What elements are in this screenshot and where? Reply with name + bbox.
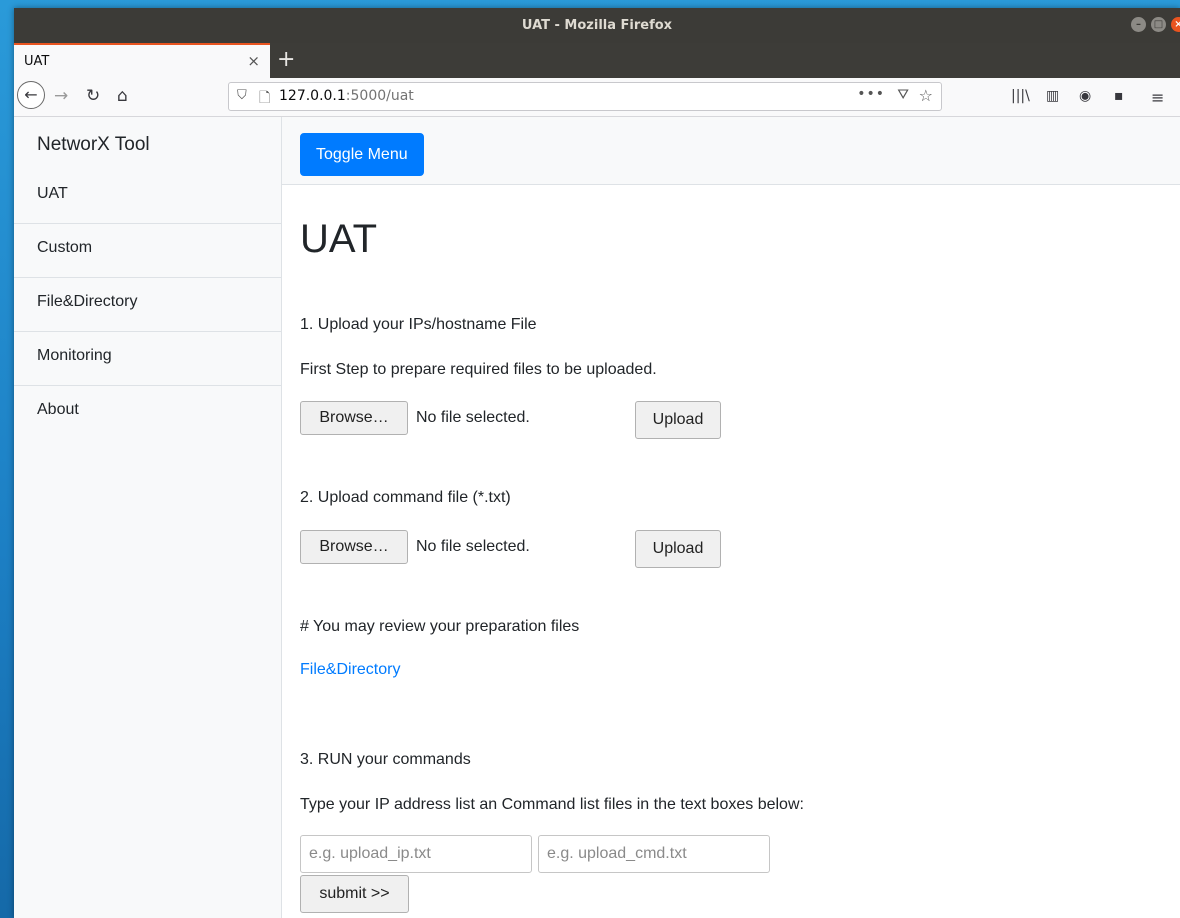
cmd-upload-button[interactable]: Upload bbox=[635, 530, 721, 568]
tab-close-icon[interactable]: × bbox=[247, 52, 260, 70]
step2-heading: 2. Upload command file (*.txt) bbox=[300, 489, 511, 506]
back-icon[interactable]: ← bbox=[17, 81, 45, 109]
navigation-toolbar: ← → ↻ ⌂ ⛉ 🗋 127.0.0.1:5000/uat ••• ⛛ ☆ |… bbox=[14, 78, 1180, 117]
url-bar[interactable]: ⛉ 🗋 127.0.0.1:5000/uat ••• ⛛ ☆ bbox=[228, 82, 942, 111]
top-navbar: Toggle Menu bbox=[282, 117, 1180, 185]
step1-heading: 1. Upload your IPs/hostname File bbox=[300, 316, 537, 333]
home-icon[interactable]: ⌂ bbox=[117, 86, 128, 106]
menu-icon[interactable]: ≡ bbox=[1151, 88, 1164, 107]
library-icon[interactable]: |||\ bbox=[1011, 88, 1030, 104]
extension-icon[interactable]: ▪ bbox=[1114, 88, 1124, 104]
cmd-browse-button[interactable]: Browse… bbox=[300, 530, 408, 564]
page-icon[interactable]: 🗋 bbox=[259, 87, 270, 111]
account-icon[interactable]: ◉ bbox=[1079, 88, 1091, 104]
browser-window: UAT - Mozilla Firefox – □ × UAT × + ← → … bbox=[14, 8, 1180, 918]
close-window-icon[interactable]: × bbox=[1171, 17, 1180, 32]
sidebar-item-monitoring[interactable]: Monitoring bbox=[14, 332, 281, 386]
page-title: UAT bbox=[300, 217, 378, 261]
tab-uat[interactable]: UAT × bbox=[14, 43, 270, 78]
step3-heading: 3. RUN your commands bbox=[300, 751, 471, 768]
window-title: UAT - Mozilla Firefox bbox=[521, 18, 673, 33]
step1-description: First Step to prepare required files to … bbox=[300, 361, 657, 378]
url-text[interactable]: 127.0.0.1:5000/uat bbox=[279, 88, 414, 104]
window-controls: – □ × bbox=[1131, 17, 1180, 32]
submit-button[interactable]: submit >> bbox=[300, 875, 409, 913]
shield-icon[interactable]: ⛉ bbox=[237, 88, 247, 103]
sidebar-item-uat[interactable]: UAT bbox=[14, 170, 281, 224]
cmd-list-input[interactable] bbox=[538, 835, 770, 873]
tab-strip: UAT × + bbox=[14, 43, 1180, 78]
ip-browse-button[interactable]: Browse… bbox=[300, 401, 408, 435]
more-icon[interactable]: ••• bbox=[857, 86, 885, 102]
review-text: # You may review your preparation files bbox=[300, 618, 580, 635]
sidebar-heading: NetworX Tool bbox=[37, 134, 150, 155]
ip-upload-button[interactable]: Upload bbox=[635, 401, 721, 439]
new-tab-icon[interactable]: + bbox=[277, 47, 295, 72]
run-inputs-row bbox=[300, 835, 800, 873]
ip-file-status: No file selected. bbox=[416, 409, 530, 426]
reload-icon[interactable]: ↻ bbox=[86, 86, 100, 106]
window-titlebar: UAT - Mozilla Firefox – □ × bbox=[14, 8, 1180, 43]
pocket-icon[interactable]: ⛛ bbox=[897, 87, 909, 103]
toggle-menu-button[interactable]: Toggle Menu bbox=[300, 133, 424, 176]
sidebar: NetworX Tool UAT Custom File&Directory M… bbox=[14, 117, 282, 918]
cmd-file-status: No file selected. bbox=[416, 538, 530, 555]
ip-file-row: Browse… No file selected. Upload bbox=[300, 401, 730, 439]
sidebar-icon[interactable]: ▥ bbox=[1046, 88, 1059, 104]
sidebar-item-custom[interactable]: Custom bbox=[14, 224, 281, 278]
maximize-icon[interactable]: □ bbox=[1151, 17, 1166, 32]
sidebar-item-file-directory[interactable]: File&Directory bbox=[14, 278, 281, 332]
sidebar-item-about[interactable]: About bbox=[14, 386, 281, 440]
page-content: NetworX Tool UAT Custom File&Directory M… bbox=[14, 117, 1180, 918]
star-icon[interactable]: ☆ bbox=[919, 86, 933, 105]
forward-icon[interactable]: → bbox=[54, 86, 68, 106]
ip-list-input[interactable] bbox=[300, 835, 532, 873]
desktop-background: UAT - Mozilla Firefox – □ × UAT × + ← → … bbox=[0, 0, 1180, 918]
cmd-file-row: Browse… No file selected. Upload bbox=[300, 530, 730, 568]
tab-label: UAT bbox=[24, 54, 50, 69]
step3-description: Type your IP address list an Command lis… bbox=[300, 796, 804, 813]
minimize-icon[interactable]: – bbox=[1131, 17, 1146, 32]
file-directory-link[interactable]: File&Directory bbox=[300, 661, 400, 679]
